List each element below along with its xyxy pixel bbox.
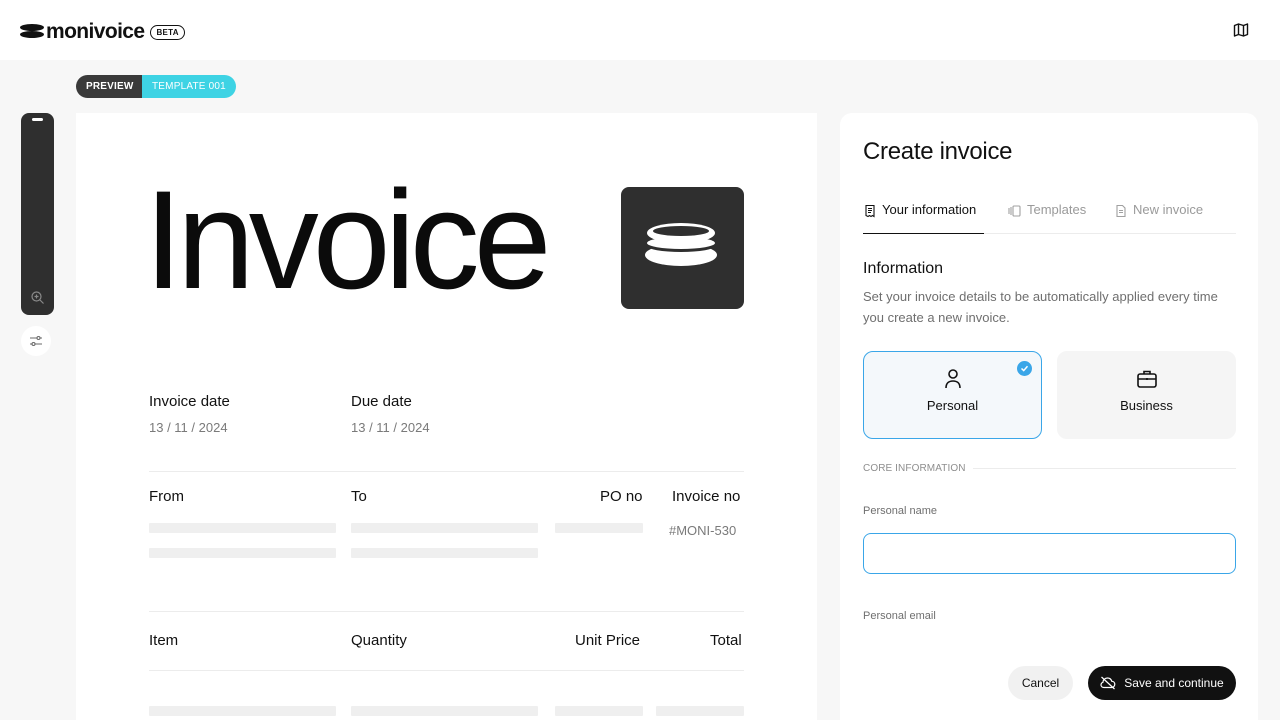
tab-label: New invoice [1133, 202, 1204, 217]
invoice-title: Invoice [144, 161, 552, 318]
adjustments-button[interactable] [21, 326, 51, 356]
personal-option[interactable]: Personal [863, 351, 1042, 439]
tab-label: Templates [1027, 202, 1087, 217]
skeleton-line [351, 706, 538, 716]
column-quantity: Quantity [351, 632, 407, 649]
tab-bar: Your information Templates New invoice [863, 202, 1236, 234]
invoice-date-value: 13 / 11 / 2024 [149, 420, 228, 435]
column-unit-price: Unit Price [575, 632, 641, 649]
template-badge[interactable]: TEMPLATE 001 [142, 75, 236, 98]
po-label: PO no [600, 488, 643, 505]
divider [973, 468, 1236, 469]
tab-templates[interactable]: Templates [1008, 202, 1086, 234]
panel-title: Create invoice [863, 138, 1013, 165]
cancel-button[interactable]: Cancel [1008, 666, 1073, 700]
due-date-label: Due date [351, 393, 412, 410]
tab-new-invoice[interactable]: New invoice [1114, 202, 1203, 234]
section-title: Information [863, 260, 944, 277]
skeleton-line [656, 706, 744, 716]
receipt-icon [865, 204, 875, 218]
logo-icon [20, 23, 44, 41]
skeleton-line [351, 548, 538, 558]
divider [149, 611, 744, 612]
invoice-logo [621, 187, 744, 309]
due-date-value: 13 / 11 / 2024 [351, 420, 430, 435]
top-bar: monivoice BETA [0, 0, 1280, 60]
core-information-heading: CORE INFORMATION [863, 463, 966, 474]
tab-your-information[interactable]: Your information [863, 202, 984, 234]
skeleton-line [351, 523, 538, 533]
brand-logo[interactable]: monivoice BETA [20, 20, 185, 44]
user-icon [944, 369, 961, 389]
skeleton-line [555, 706, 643, 716]
check-icon [1017, 361, 1032, 376]
zoom-in-icon[interactable] [30, 290, 45, 305]
column-item: Item [149, 632, 179, 649]
personal-label: Personal [926, 398, 979, 413]
business-label: Business [1120, 398, 1173, 413]
map-icon[interactable] [1233, 22, 1249, 38]
document-icon [1116, 204, 1126, 218]
section-description: Set your invoice details to be automatic… [863, 289, 1218, 325]
briefcase-icon [1136, 370, 1157, 388]
business-option[interactable]: Business [1057, 351, 1236, 439]
create-invoice-panel: Create invoice Your information Template… [840, 113, 1258, 720]
brand-name: monivoice [46, 20, 145, 43]
beta-badge: BETA [150, 24, 185, 40]
divider [149, 670, 744, 671]
preview-badge: PREVIEW [76, 75, 144, 98]
save-label: Save and continue [1124, 676, 1224, 690]
templates-icon [1008, 205, 1021, 217]
zoom-handle[interactable] [32, 118, 43, 121]
cloud-off-icon [1100, 676, 1116, 690]
coin-stack-icon [645, 223, 717, 266]
to-label: To [351, 488, 367, 505]
personal-email-label: Personal email [863, 610, 936, 622]
from-label: From [149, 488, 184, 505]
personal-name-input[interactable] [863, 533, 1236, 574]
tab-label: Your information [882, 202, 977, 217]
sliders-icon [30, 335, 42, 347]
skeleton-line [149, 706, 336, 716]
invoice-no-value: #MONI-530 [669, 523, 737, 538]
column-total: Total [710, 632, 742, 649]
invoice-no-label: Invoice no [672, 488, 741, 505]
invoice-preview: Invoice Invoice date 13 / 11 / 2024 Due … [76, 113, 817, 720]
skeleton-line [149, 523, 336, 533]
save-and-continue-button[interactable]: Save and continue [1088, 666, 1236, 700]
personal-name-label: Personal name [863, 505, 937, 517]
zoom-slider[interactable] [21, 113, 54, 315]
skeleton-line [149, 548, 336, 558]
skeleton-line [555, 523, 643, 533]
divider [149, 471, 744, 472]
invoice-date-label: Invoice date [149, 393, 230, 410]
